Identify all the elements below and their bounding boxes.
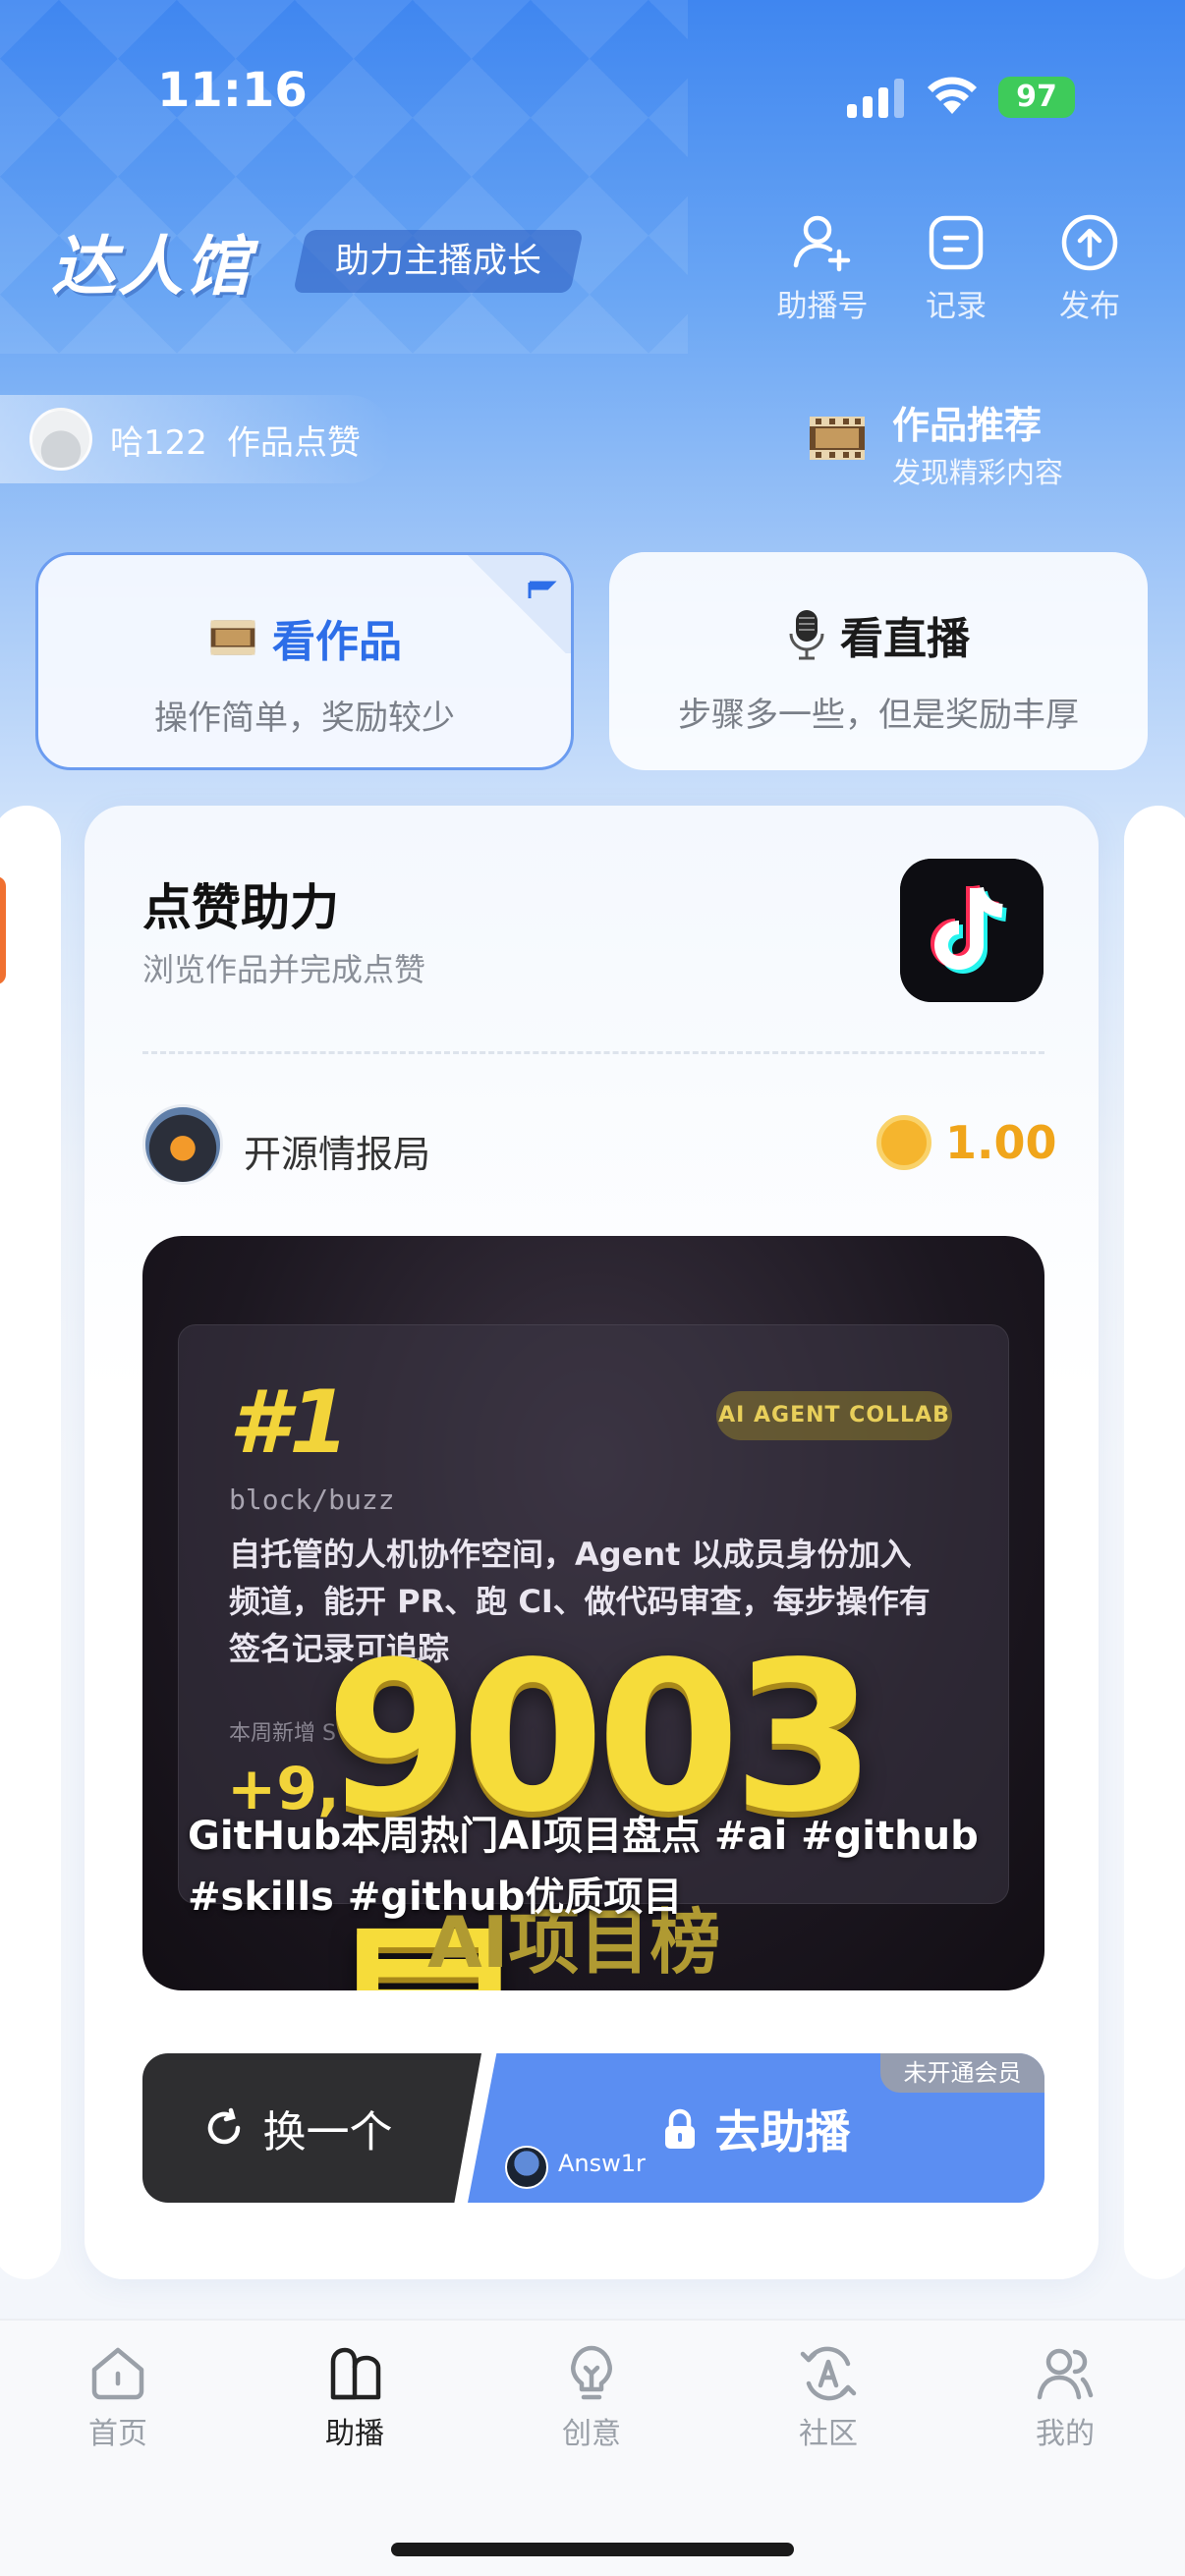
film-icon[interactable]	[806, 409, 869, 468]
record-button[interactable]: 记录	[902, 210, 1010, 325]
wifi-icon	[928, 77, 977, 114]
community-icon	[800, 2346, 857, 2401]
thumbnail-new-label: 本周新增 S	[229, 1721, 336, 1746]
status-time: 11:16	[157, 63, 308, 118]
nav-home[interactable]: 首页	[39, 2342, 197, 2452]
film-icon	[210, 620, 255, 655]
home-icon	[91, 2347, 144, 2400]
tab-label: 看作品	[272, 617, 402, 667]
avatar	[29, 408, 92, 471]
thumbnail-tag: AI AGENT COLLAB	[716, 1391, 952, 1440]
nav-community[interactable]: 社区	[750, 2342, 907, 2452]
app-logo: 达人馆	[51, 228, 252, 305]
previous-task-card[interactable]	[0, 806, 61, 2279]
author-avatar[interactable]	[142, 1104, 223, 1185]
lock-icon	[664, 2108, 695, 2149]
upload-icon	[1061, 214, 1118, 271]
slogan-badge: 助力主播成长	[293, 230, 584, 293]
flag-icon	[528, 581, 557, 598]
refresh-icon	[207, 2107, 240, 2145]
task-title: 点赞助力	[142, 879, 339, 936]
record-icon	[929, 215, 984, 270]
tab-watch-live[interactable]: 看直播 步骤多一些，但是奖励丰厚	[609, 552, 1148, 770]
assist-icon	[330, 2347, 381, 2400]
recommend-subtitle: 发现精彩内容	[892, 456, 1064, 489]
nav-idea[interactable]: 创意	[513, 2342, 670, 2452]
next-task-card[interactable]	[1124, 806, 1185, 2279]
tab-label: 看直播	[840, 614, 970, 664]
swap-button[interactable]: 换一个	[142, 2053, 481, 2203]
reward-amount: 1.00	[945, 1116, 1057, 1169]
activity-ticker: 哈122 作品点赞	[0, 395, 393, 483]
lightbulb-icon	[571, 2345, 612, 2400]
nav-assist[interactable]: 助播	[276, 2342, 433, 2452]
tab-watch-videos[interactable]: 看作品 操作简单，奖励较少	[35, 552, 574, 770]
selected-corner	[463, 555, 571, 653]
divider	[142, 1051, 1044, 1054]
author-name[interactable]: 开源情报局	[244, 1124, 430, 1178]
video-caption: GitHub本周热门AI项目盘点 #ai #github #skills #gi…	[188, 1814, 979, 1920]
go-assist-label: 去助播	[714, 2105, 851, 2158]
home-indicator	[391, 2543, 794, 2556]
thumbnail-repo: block/buzz	[229, 1484, 395, 1516]
coin-icon	[876, 1115, 931, 1170]
microphone-icon	[789, 610, 824, 660]
nav-profile[interactable]: 我的	[987, 2342, 1144, 2452]
ticker-user: 哈122	[110, 422, 207, 463]
helper-avatar	[505, 2146, 548, 2189]
helper-name: Answ1r	[558, 2150, 646, 2177]
battery-indicator: 97	[998, 77, 1075, 118]
publish-button[interactable]: 发布	[1036, 210, 1144, 325]
recommend-title[interactable]: 作品推荐	[892, 395, 1042, 449]
tab-description: 步骤多一些，但是奖励丰厚	[678, 696, 1079, 735]
profile-icon	[1037, 2348, 1094, 2400]
add-user-icon	[793, 215, 851, 272]
thumbnail-rank: #1	[229, 1372, 350, 1473]
vip-status-badge: 未开通会员	[880, 2053, 1044, 2093]
cellular-signal-icon	[847, 79, 904, 118]
tab-description: 操作简单，奖励较少	[154, 699, 455, 738]
tiktok-icon	[900, 859, 1044, 1002]
assist-account-button[interactable]: 助播号	[768, 210, 876, 325]
video-thumbnail[interactable]: #1 AI AGENT COLLAB block/buzz 自托管的人机协作空间…	[142, 1236, 1044, 1990]
swap-label: 换一个	[262, 2107, 393, 2157]
ticker-action: 作品点赞	[226, 422, 361, 463]
task-subtitle: 浏览作品并完成点赞	[142, 951, 426, 988]
